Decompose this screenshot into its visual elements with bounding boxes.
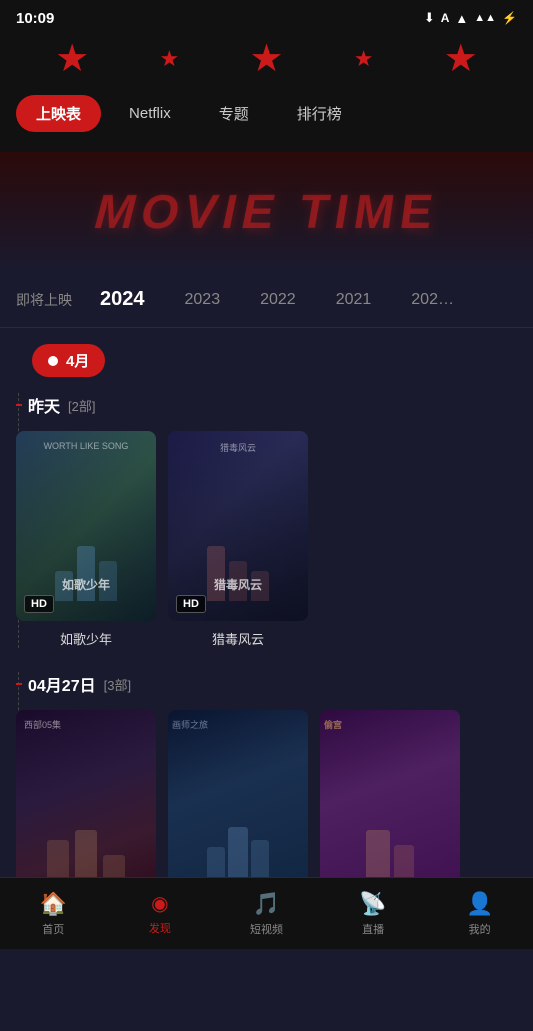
discover-icon: ◉ [151, 891, 168, 916]
bottom-nav: 🏠 首页 ◉ 发现 🎵 短视频 📡 直播 👤 我的 [0, 877, 533, 949]
hd-badge-rugeshao: HD [24, 595, 54, 613]
tab-上映表[interactable]: 上映表 [16, 95, 101, 132]
battery-icon: ⚡ [502, 11, 517, 25]
year-2024[interactable]: 2024 [80, 284, 165, 315]
poster-overlay-rugeshao: 如歌少年 [16, 576, 156, 593]
tab-bar: 上映表 Netflix 专题 排行榜 [0, 89, 533, 144]
stars-row: ★ ★ ★ ★ ★ [0, 32, 533, 89]
movie-poster-movie4: 绝世画师 画师之旅 [168, 710, 308, 900]
section-dash-apr27 [16, 683, 22, 685]
live-icon: 📡 [359, 891, 386, 917]
nav-live-label: 直播 [362, 921, 384, 937]
movie-card-liedu[interactable]: 猎毒风云 猎毒风云 HD 猎毒风云 [168, 431, 308, 648]
year-2022[interactable]: 2022 [240, 287, 316, 313]
wifi-icon: ▲ [455, 11, 468, 26]
signal-icon: ▲▲ [474, 12, 496, 24]
section-title-yesterday: 昨天 [28, 393, 60, 417]
nav-home-label: 首页 [42, 921, 64, 937]
tab-netflix[interactable]: Netflix [109, 97, 191, 130]
status-icons: ⬇ A ▲ ▲▲ ⚡ [424, 10, 517, 26]
section-dash [16, 404, 22, 406]
nav-mine-label: 我的 [469, 921, 491, 937]
download-icon: ⬇ [424, 10, 435, 26]
nav-short-video[interactable]: 🎵 短视频 [236, 885, 296, 943]
poster-subtitle-movie4: 画师之旅 [172, 718, 208, 731]
section-header-apr27: 04月27日 [3部] [16, 672, 517, 696]
nav-discover[interactable]: ◉ 发现 [130, 885, 190, 942]
font-icon: A [441, 11, 450, 25]
poster-scene-movie3 [16, 710, 156, 900]
nav-short-video-label: 短视频 [250, 921, 283, 937]
movie-grid-yesterday: WORTH LIKE SONG 如歌少年 HD 如歌少年 猎 [16, 431, 517, 648]
star-2: ★ [159, 46, 179, 72]
star-4: ★ [354, 46, 374, 72]
tab-专题[interactable]: 专题 [199, 95, 269, 132]
status-time: 10:09 [16, 10, 54, 27]
month-badge-wrapper: 4月 [0, 328, 533, 393]
status-bar: 10:09 ⬇ A ▲ ▲▲ ⚡ [0, 0, 533, 32]
section-yesterday: 昨天 [2部] WORTH LIKE SONG 如歌少年 HD [0, 393, 533, 648]
hero-banner: MOVIE TIME [0, 152, 533, 272]
poster-scene-movie4 [168, 710, 308, 900]
month-label: 4月 [66, 350, 89, 371]
hero-title: MOVIE TIME [93, 185, 440, 240]
movie-title-liedu: 猎毒风云 [168, 629, 308, 648]
star-1: ★ [55, 36, 89, 81]
year-2021[interactable]: 2021 [316, 287, 392, 313]
section-count-yesterday: [2部] [68, 396, 95, 415]
movie-poster-liedu: 猎毒风云 猎毒风云 HD [168, 431, 308, 621]
movie-poster-movie5: 偷宫 偷宫 [320, 710, 460, 900]
hd-badge-liedu: HD [176, 595, 206, 613]
tab-排行榜[interactable]: 排行榜 [277, 95, 362, 132]
star-3: ★ [249, 36, 283, 81]
year-selector: 即将上映 2024 2023 2022 2021 202… [0, 272, 533, 328]
nav-live[interactable]: 📡 直播 [343, 885, 403, 943]
section-header-yesterday: 昨天 [2部] [16, 393, 517, 417]
short-video-icon: 🎵 [253, 891, 280, 917]
home-icon: 🏠 [40, 891, 67, 917]
poster-subtitle-movie3: 西部05集 [24, 718, 61, 731]
nav-home[interactable]: 🏠 首页 [23, 885, 83, 943]
movie-poster-movie3: 剿匪之山 西部05集 [16, 710, 156, 900]
movie-poster-rugeshao: WORTH LIKE SONG 如歌少年 HD [16, 431, 156, 621]
month-dot [48, 356, 58, 366]
section-title-apr27: 04月27日 [28, 672, 96, 696]
year-prefix: 即将上映 [16, 290, 72, 310]
poster-label-movie5: 偷宫 [324, 718, 342, 731]
movie-card-rugeshao[interactable]: WORTH LIKE SONG 如歌少年 HD 如歌少年 [16, 431, 156, 648]
year-2023[interactable]: 2023 [165, 287, 241, 313]
poster-scene-movie5 [320, 710, 460, 900]
mine-icon: 👤 [466, 891, 493, 917]
section-count-apr27: [3部] [104, 675, 131, 694]
poster-overlay-liedu: 猎毒风云 [168, 576, 308, 593]
star-5: ★ [444, 36, 478, 81]
nav-discover-label: 发现 [149, 920, 171, 936]
month-badge: 4月 [32, 344, 105, 377]
nav-mine[interactable]: 👤 我的 [450, 885, 510, 943]
movie-title-rugeshao: 如歌少年 [16, 629, 156, 648]
year-2020s[interactable]: 202… [391, 287, 474, 313]
header-area: ★ ★ ★ ★ ★ 上映表 Netflix 专题 排行榜 [0, 32, 533, 152]
